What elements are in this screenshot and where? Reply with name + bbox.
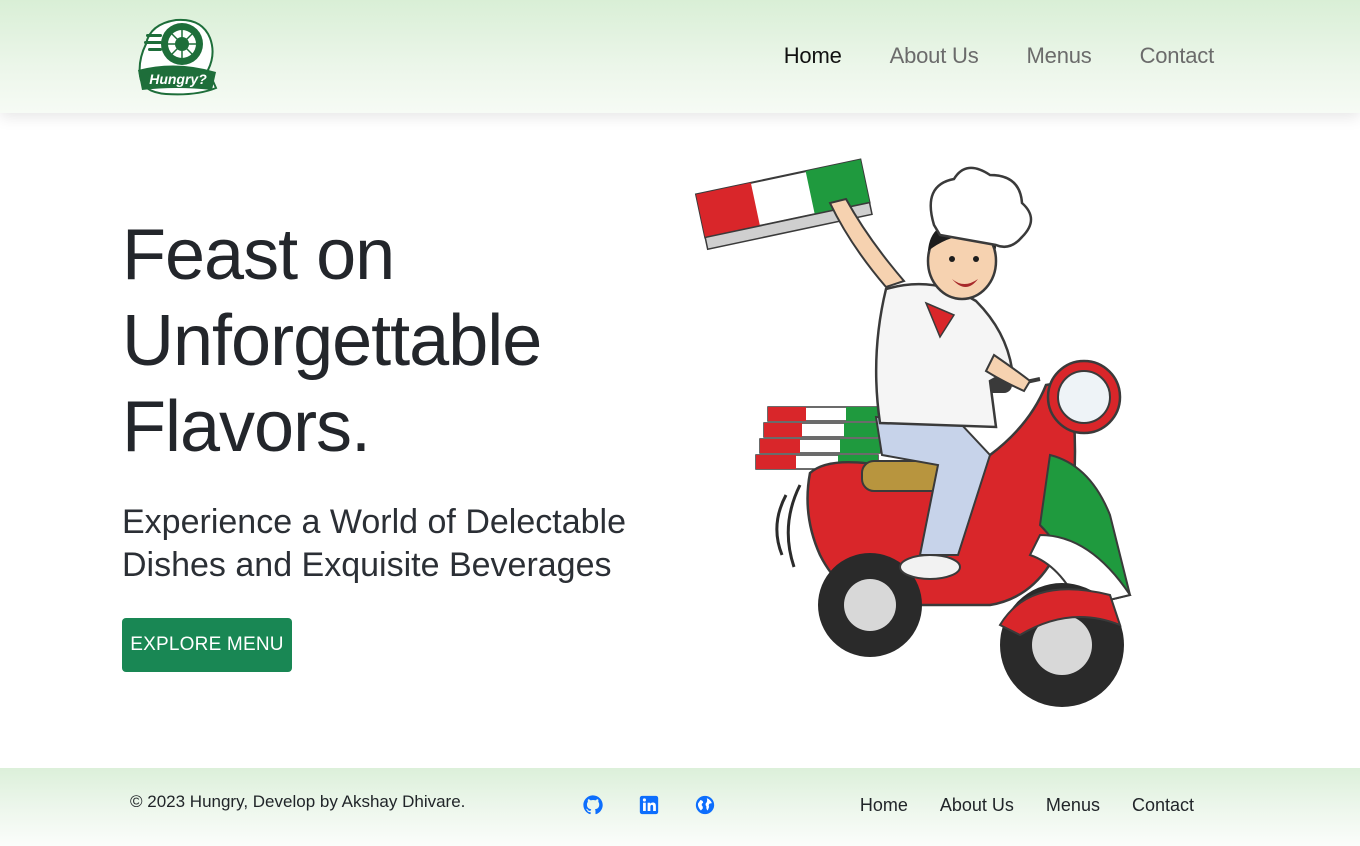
- footer-link-contact[interactable]: Contact: [1132, 795, 1194, 816]
- linkedin-icon[interactable]: [638, 794, 660, 816]
- main-nav: Home About Us Menus Contact: [784, 43, 1214, 69]
- hungry-logo-icon: Hungry?: [138, 18, 218, 96]
- chef-scooter-illustration: [694, 158, 1132, 707]
- logo-text: Hungry?: [149, 71, 207, 87]
- hero-title-line-3: Flavors.: [122, 387, 371, 467]
- nav-menus[interactable]: Menus: [1027, 43, 1092, 69]
- nav-contact[interactable]: Contact: [1140, 43, 1215, 69]
- github-icon[interactable]: [582, 794, 604, 816]
- social-links: [582, 794, 716, 816]
- footer-nav: Home About Us Menus Contact: [860, 795, 1194, 816]
- copyright-text: © 2023 Hungry, Develop by Akshay Dhivare…: [130, 792, 466, 811]
- hero-subtitle-line-1: Experience a World of Delectable: [122, 503, 626, 541]
- hero-subtitle: Experience a World of Delectable Dishes …: [122, 501, 682, 587]
- site-header: Hungry? Home About Us Menus Contact: [0, 0, 1360, 113]
- explore-menu-button[interactable]: EXPLORE MENU: [122, 618, 292, 672]
- globe-icon[interactable]: [694, 794, 716, 816]
- footer-link-home[interactable]: Home: [860, 795, 908, 816]
- hero-title: Feast on Unforgettable Flavors.: [122, 212, 642, 470]
- hero-title-line-1: Feast on: [122, 215, 395, 295]
- footer-link-menus[interactable]: Menus: [1046, 795, 1100, 816]
- site-footer: © 2023 Hungry, Develop by Akshay Dhivare…: [0, 768, 1360, 846]
- footer-link-about-us[interactable]: About Us: [940, 795, 1014, 816]
- hero-title-line-2: Unforgettable: [122, 301, 542, 381]
- nav-about-us[interactable]: About Us: [890, 43, 979, 69]
- nav-home[interactable]: Home: [784, 43, 842, 69]
- hero-subtitle-line-2: Dishes and Exquisite Beverages: [122, 546, 612, 584]
